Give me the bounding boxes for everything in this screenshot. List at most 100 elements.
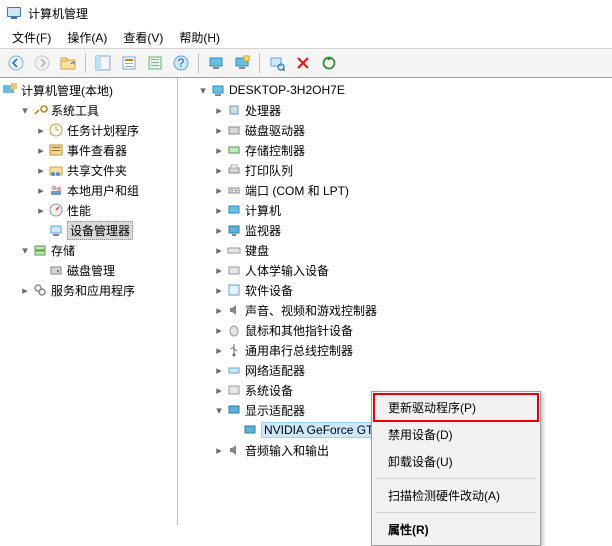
nav-forward-button[interactable] [30,51,54,75]
device-category-computer[interactable]: ▸计算机 [210,200,612,220]
expand-icon[interactable]: ▸ [212,383,226,397]
computer-icon [226,202,242,218]
tree-node-root[interactable]: 计算机管理(本地) [0,80,177,100]
tree-node-storage[interactable]: ▾ 存储 [16,240,177,260]
printer-icon [226,162,242,178]
tree-node-task-scheduler[interactable]: ▸ 任务计划程序 [32,120,177,140]
show-hide-tree-button[interactable] [91,51,115,75]
ctx-properties[interactable]: 属性(R) [374,516,538,543]
expand-icon[interactable]: ▸ [212,243,226,257]
uninstall-device-button[interactable] [291,51,315,75]
blank-icon [34,223,48,237]
tree-label: 设备管理器 [67,221,133,240]
ctx-separator [376,478,536,479]
menu-action[interactable]: 操作(A) [59,27,115,48]
expand-icon[interactable]: ▸ [212,123,226,137]
expand-icon[interactable]: ▸ [212,303,226,317]
device-category-storage-controllers[interactable]: ▸ 存储控制器 [210,140,612,160]
expand-icon[interactable]: ▸ [212,103,226,117]
expand-icon[interactable]: ▸ [212,283,226,297]
ctx-disable-device[interactable]: 禁用设备(D) [374,421,538,448]
expand-icon[interactable]: ▸ [212,323,226,337]
tree-label: 磁盘驱动器 [245,122,305,139]
expand-icon[interactable]: ▸ [212,363,226,377]
audio-icon [226,442,242,458]
tree-node-local-users[interactable]: ▸本地用户和组 [32,180,177,200]
device-category-usb[interactable]: ▸通用串行总线控制器 [210,340,612,360]
tree-node-performance[interactable]: ▸ 性能 [32,200,177,220]
menu-view[interactable]: 查看(V) [115,27,171,48]
tree-node-services[interactable]: ▸ 服务和应用程序 [16,280,177,300]
tree-node-device-manager[interactable]: 设备管理器 [32,220,177,240]
cpu-icon [226,102,242,118]
toolbar-separator [259,53,260,73]
system-device-icon [226,382,242,398]
up-button[interactable] [56,51,80,75]
device-category-network[interactable]: ▸网络适配器 [210,360,612,380]
tree-label: 鼠标和其他指针设备 [245,322,353,339]
collapse-icon[interactable]: ▾ [18,243,32,257]
device-category-hid[interactable]: ▸人体学输入设备 [210,260,612,280]
expand-icon[interactable]: ▸ [212,163,226,177]
tree-node-shared-folders[interactable]: ▸共享文件夹 [32,160,177,180]
expand-icon[interactable]: ▸ [212,343,226,357]
device-root[interactable]: ▾DESKTOP-3H2OH7E [194,80,612,100]
expand-icon[interactable]: ▸ [212,263,226,277]
expand-icon[interactable]: ▸ [34,163,48,177]
tree-label: 服务和应用程序 [51,282,135,299]
expand-icon[interactable]: ▸ [34,183,48,197]
tree-node-disk-mgmt[interactable]: 磁盘管理 [32,260,177,280]
expand-icon[interactable]: ▸ [212,223,226,237]
tree-label: 性能 [67,202,91,219]
device-category-mice[interactable]: ▸ 鼠标和其他指针设备 [210,320,612,340]
tree-label: 存储控制器 [245,142,305,159]
tree-label: 任务计划程序 [67,122,139,139]
services-icon [32,282,48,298]
shared-folder-icon [48,162,64,178]
tree-label: 键盘 [245,242,269,259]
device-category-disk-drives[interactable]: ▸ 磁盘驱动器 [210,120,612,140]
nav-back-button[interactable] [4,51,28,75]
expand-icon[interactable]: ▸ [212,183,226,197]
export-button[interactable] [143,51,167,75]
device-category-sound[interactable]: ▸ 声音、视频和游戏控制器 [210,300,612,320]
toolbar-separator [198,53,199,73]
properties-button[interactable] [117,51,141,75]
tree-label: 磁盘管理 [67,262,115,279]
tree-label: 显示适配器 [245,402,305,419]
collapse-icon[interactable]: ▾ [196,83,210,97]
device-category-monitors[interactable]: ▸监视器 [210,220,612,240]
ctx-update-driver[interactable]: 更新驱动程序(P) [374,394,538,421]
expand-icon[interactable]: ▸ [212,443,226,457]
device-category-keyboards[interactable]: ▸ 键盘 [210,240,612,260]
menu-help[interactable]: 帮助(H) [171,27,228,48]
device-category-processors[interactable]: ▸处理器 [210,100,612,120]
expand-icon[interactable]: ▸ [18,283,32,297]
collapse-icon[interactable]: ▾ [18,103,32,117]
expand-icon[interactable]: ▸ [34,143,48,157]
help-button[interactable]: ? [169,51,193,75]
tree-node-event-viewer[interactable]: ▸ 事件查看器 [32,140,177,160]
expand-icon[interactable]: ▸ [212,143,226,157]
tree-label: 事件查看器 [67,142,127,159]
update-driver-button[interactable] [317,51,341,75]
view-devices-button[interactable] [204,51,228,75]
computer-icon [210,82,226,98]
ctx-uninstall-device[interactable]: 卸载设备(U) [374,448,538,475]
device-category-ports[interactable]: ▸端口 (COM 和 LPT) [210,180,612,200]
collapse-icon[interactable]: ▾ [212,403,226,417]
ctx-scan-hardware[interactable]: 扫描检测硬件改动(A) [374,482,538,509]
tree-label: 声音、视频和游戏控制器 [245,302,377,319]
performance-icon [48,202,64,218]
scan-hardware-button[interactable] [265,51,289,75]
left-pane: 计算机管理(本地) ▾ 系统工具 ▸ 任务计划程序 ▸ 事件查看器 ▸共享文件夹 ▸… [0,78,178,525]
expand-icon[interactable]: ▸ [34,203,48,217]
expand-icon[interactable]: ▸ [212,203,226,217]
usb-icon [226,342,242,358]
tree-node-system-tools[interactable]: ▾ 系统工具 [16,100,177,120]
device-category-software-devices[interactable]: ▸软件设备 [210,280,612,300]
view-devices-by-type-button[interactable] [230,51,254,75]
device-category-print-queues[interactable]: ▸打印队列 [210,160,612,180]
menu-file[interactable]: 文件(F) [4,27,59,48]
expand-icon[interactable]: ▸ [34,123,48,137]
